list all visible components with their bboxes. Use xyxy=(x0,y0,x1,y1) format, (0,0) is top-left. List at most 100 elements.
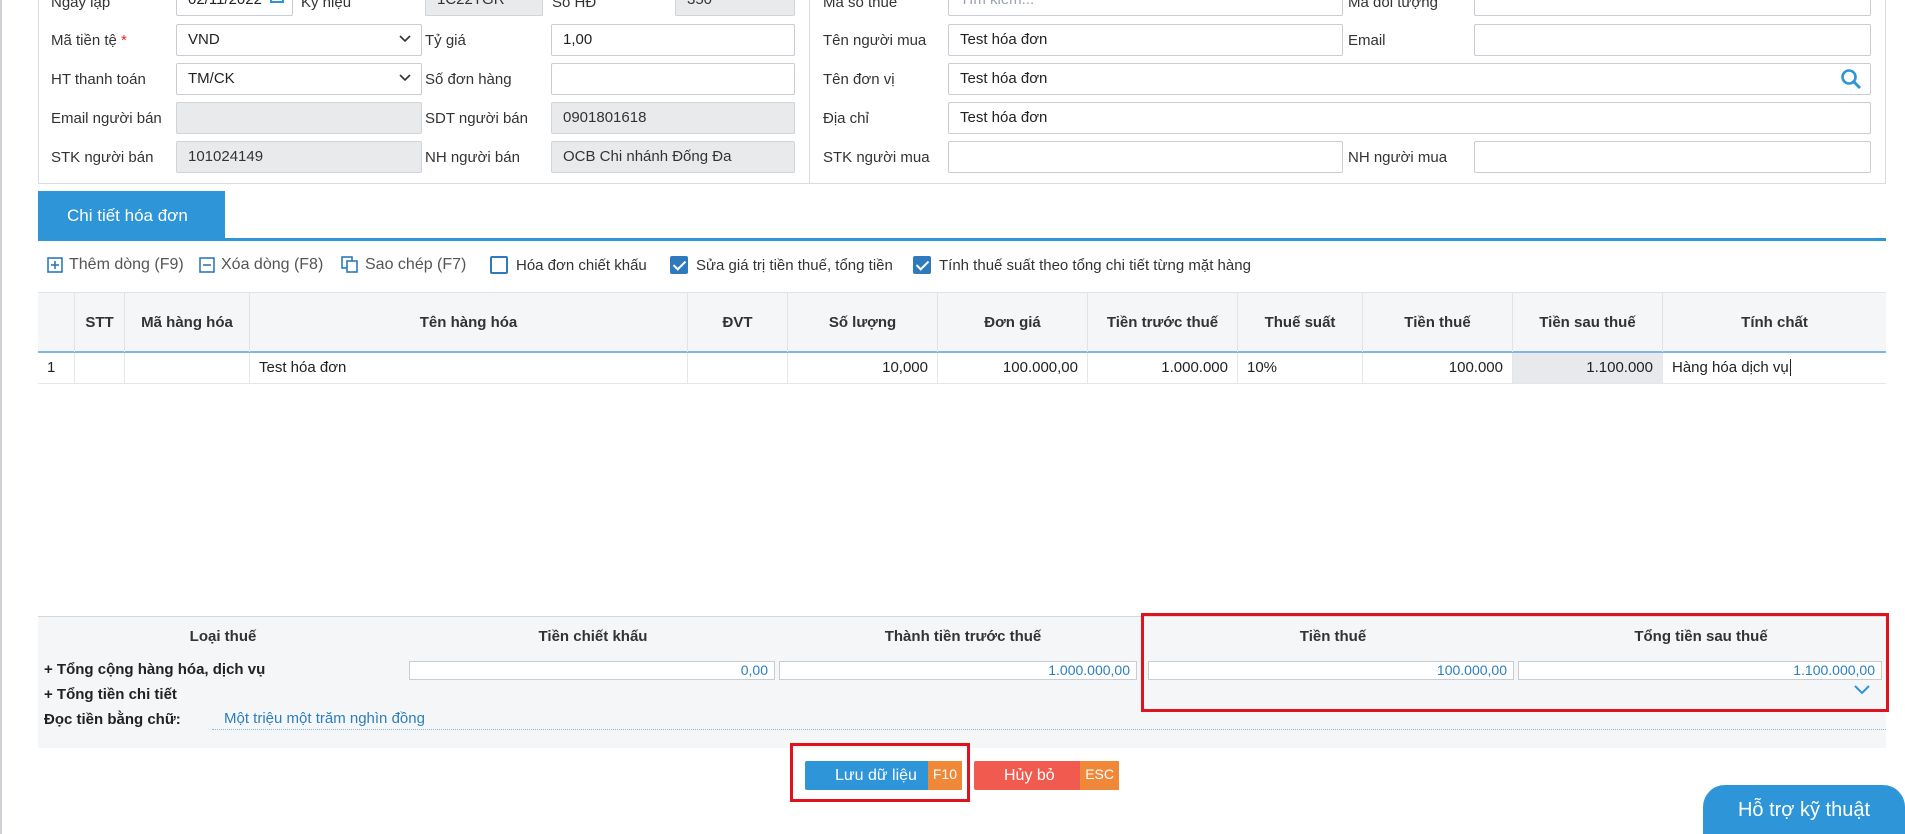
so-don-hang-field[interactable] xyxy=(551,63,795,95)
stk-nguoi-mua-label: STK người mua xyxy=(823,149,930,166)
ten-nguoi-mua-field[interactable]: Test hóa đơn xyxy=(948,24,1343,56)
edit-tax-total-checkbox[interactable]: Sửa giá trị tiền thuế, tổng tiền xyxy=(670,254,893,276)
ma-so-thue-search[interactable]: Tìm kiếm... xyxy=(948,0,1343,16)
ten-don-vi-label: Tên đơn vị xyxy=(823,71,895,88)
highlight-box-totals xyxy=(1141,613,1889,712)
form-divider xyxy=(809,0,810,184)
ht-thanh-toan-label: HT thanh toán xyxy=(51,71,146,88)
col-ma-hang-hoa[interactable]: Mã hàng hóa xyxy=(124,293,249,352)
ma-doi-tuong-field[interactable] xyxy=(1474,0,1871,16)
nh-nguoi-mua-label: NH người mua xyxy=(1348,149,1448,166)
required-mark: * xyxy=(121,32,127,49)
ky-hieu-select[interactable]: 1C22TGR xyxy=(425,0,543,16)
totals-header-loai-thue: Loại thuế xyxy=(189,628,257,645)
chevron-down-icon xyxy=(399,35,411,43)
email-field[interactable] xyxy=(1474,24,1871,56)
cell-tinh-chat[interactable]: Hàng hóa dịch vụ xyxy=(1662,353,1886,383)
nh-nguoi-mua-field[interactable] xyxy=(1474,141,1871,173)
totals-detail-label[interactable]: + Tổng tiền chi tiết xyxy=(44,686,177,703)
ky-hieu-value: 1C22TGR xyxy=(437,0,505,8)
add-row-label: Thêm dòng (F9) xyxy=(69,256,184,273)
discount-invoice-checkbox[interactable]: Hóa đơn chiết khấu xyxy=(490,254,647,276)
cell-ten-hang[interactable]: Test hóa đơn xyxy=(249,353,687,383)
checkbox-checked[interactable] xyxy=(670,256,688,274)
checkbox-unchecked[interactable] xyxy=(490,256,508,274)
col-don-gia[interactable]: Đơn giá xyxy=(937,293,1087,352)
nh-nguoi-ban-value: OCB Chi nhánh Đống Đa xyxy=(563,148,732,165)
col-tien-truoc-thue[interactable]: Tiền trước thuế xyxy=(1087,293,1237,352)
copy-button[interactable]: Sao chép (F7) xyxy=(341,254,466,276)
col-ten-hang-hoa[interactable]: Tên hàng hóa xyxy=(249,293,687,352)
so-hd-field: 350 xyxy=(675,0,795,16)
totals-header-tien-chiet-khau: Tiền chiết khấu xyxy=(538,628,648,645)
tax-per-item-label: Tính thuế suất theo tổng chi tiết từng m… xyxy=(939,256,1251,274)
totals-goods-label[interactable]: + Tổng cộng hàng hóa, dịch vụ xyxy=(44,661,265,678)
copy-icon xyxy=(341,256,358,273)
col-tinh-chat[interactable]: Tính chất xyxy=(1662,293,1886,352)
window-edge xyxy=(0,0,2,834)
ngay-lap-field[interactable]: 02/11/2022 xyxy=(176,0,293,16)
stk-nguoi-ban-value: 101024149 xyxy=(188,148,264,165)
stk-nguoi-mua-field[interactable] xyxy=(948,141,1343,173)
cell-tien-thue[interactable]: 100.000 xyxy=(1362,353,1512,383)
calendar-icon[interactable] xyxy=(270,0,284,3)
checkbox-checked[interactable] xyxy=(913,256,931,274)
totals-header-thanh-tien-truoc-thue: Thành tiền trước thuế xyxy=(884,628,1042,645)
cell-tinh-chat-text: Hàng hóa dịch vụ xyxy=(1672,359,1789,376)
cell-ma-hang[interactable] xyxy=(124,353,249,383)
total-tien-chiet-khau[interactable]: 0,00 xyxy=(409,661,775,680)
ma-so-thue-label: Mã số thuế xyxy=(823,0,898,11)
cell-dvt[interactable] xyxy=(687,353,787,383)
col-thue-suat[interactable]: Thuế suất xyxy=(1237,293,1362,352)
dia-chi-label: Địa chỉ xyxy=(823,110,869,127)
add-row-button[interactable]: Thêm dòng (F9) xyxy=(47,254,184,276)
so-hd-value: 350 xyxy=(687,0,712,8)
cell-tien-sau-thue[interactable]: 1.100.000 xyxy=(1512,353,1662,383)
edit-tax-total-label: Sửa giá trị tiền thuế, tổng tiền xyxy=(696,256,893,274)
col-tien-thue[interactable]: Tiền thuế xyxy=(1362,293,1512,352)
cell-don-gia[interactable]: 100.000,00 xyxy=(937,353,1087,383)
col-tien-sau-thue[interactable]: Tiền sau thuế xyxy=(1512,293,1662,352)
dia-chi-field[interactable]: Test hóa đơn xyxy=(948,102,1871,134)
nh-nguoi-ban-label: NH người bán xyxy=(425,149,520,166)
ma-so-thue-placeholder: Tìm kiếm... xyxy=(960,0,1034,8)
highlight-box-save xyxy=(790,743,970,802)
ky-hieu-label: Ký hiệu xyxy=(301,0,352,11)
col-so-luong[interactable]: Số lượng xyxy=(787,293,937,352)
delete-row-label: Xóa dòng (F8) xyxy=(221,256,324,273)
ht-thanh-toan-value: TM/CK xyxy=(188,70,235,87)
ty-gia-field[interactable]: 1,00 xyxy=(551,24,795,56)
cancel-button[interactable]: Hủy bỏ ESC xyxy=(974,761,1119,790)
ten-don-vi-field[interactable]: Test hóa đơn xyxy=(948,63,1871,95)
stk-nguoi-ban-field: 101024149 xyxy=(176,141,422,173)
total-thanh-tien-truoc-thue[interactable]: 1.000.000,00 xyxy=(779,661,1137,680)
sdt-nguoi-ban-label: SDT người bán xyxy=(425,110,528,127)
sdt-nguoi-ban-field: 0901801618 xyxy=(551,102,795,134)
col-dvt[interactable]: ĐVT xyxy=(687,293,787,352)
table-row[interactable]: 1 Test hóa đơn 10,000 100.000,00 1.000.0… xyxy=(38,353,1886,384)
plus-square-icon xyxy=(47,257,63,273)
delete-row-button[interactable]: Xóa dòng (F8) xyxy=(199,254,323,276)
in-words-value: Một triệu một trăm nghìn đồng xyxy=(212,710,1886,730)
in-words-label: Đọc tiền bằng chữ: xyxy=(44,711,181,728)
nh-nguoi-ban-field: OCB Chi nhánh Đống Đa xyxy=(551,141,795,173)
cell-stt[interactable] xyxy=(74,353,124,383)
ty-gia-value: 1,00 xyxy=(563,31,593,48)
tab-chi-tiet-hoa-don[interactable]: Chi tiết hóa đơn xyxy=(38,191,225,240)
stk-nguoi-ban-label: STK người bán xyxy=(51,149,154,166)
text-cursor xyxy=(1789,359,1791,376)
ten-don-vi-value: Test hóa đơn xyxy=(960,70,1048,87)
cell-row-index: 1 xyxy=(47,359,56,376)
ty-gia-label: Tỷ giá xyxy=(425,32,466,49)
col-stt[interactable]: STT xyxy=(74,293,124,352)
ht-thanh-toan-select[interactable]: TM/CK xyxy=(176,63,422,95)
tax-per-item-checkbox[interactable]: Tính thuế suất theo tổng chi tiết từng m… xyxy=(913,254,1251,276)
cell-thue-suat[interactable]: 10% xyxy=(1237,353,1362,383)
support-button[interactable]: Hỗ trợ kỹ thuật xyxy=(1703,785,1905,834)
cell-tien-truoc-thue[interactable]: 1.000.000 xyxy=(1087,353,1237,383)
cancel-button-label: Hủy bỏ xyxy=(1004,767,1055,784)
cell-so-luong[interactable]: 10,000 xyxy=(787,353,937,383)
ma-tien-te-select[interactable]: VND xyxy=(176,24,422,56)
search-icon[interactable] xyxy=(1840,68,1862,90)
ngay-lap-value: 02/11/2022 xyxy=(188,0,262,8)
